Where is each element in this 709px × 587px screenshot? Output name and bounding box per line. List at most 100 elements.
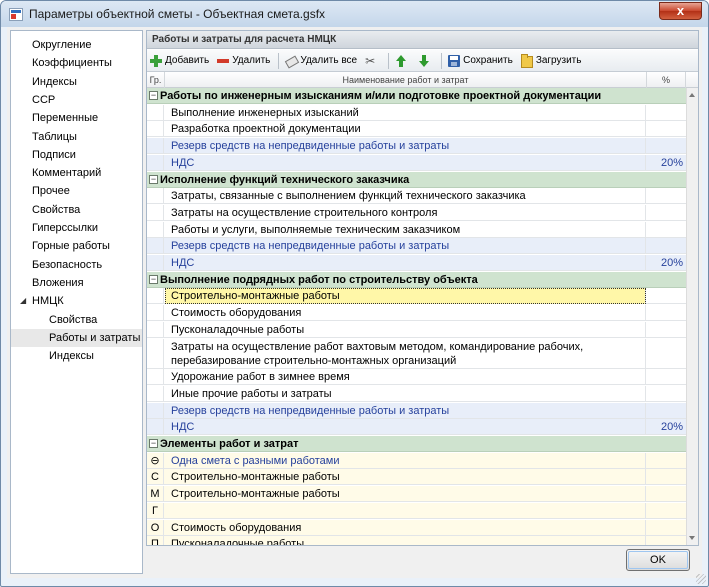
nav-item[interactable]: Работы и затраты [11,328,142,347]
cell-percent[interactable] [647,205,686,221]
cell-group[interactable] [147,402,164,419]
grid-row[interactable]: НДС 20% [147,255,686,271]
nav-item[interactable]: ССР [11,91,142,109]
grid-row[interactable]: НДС 20% [147,154,686,171]
cell-name[interactable]: Разработка проектной документации [165,121,646,138]
cell-name[interactable]: НДС [165,154,646,171]
cell-name[interactable]: Резерв средств на непредвиденные работы … [165,138,646,155]
cell-name[interactable]: Резерв средств на непредвиденные работы … [165,402,646,419]
cell-group[interactable] [147,188,164,205]
cell-percent[interactable] [647,503,686,519]
cell-group[interactable] [147,204,164,221]
cell-percent[interactable] [647,305,686,321]
cell-percent[interactable] [647,188,686,204]
nav-item[interactable]: Таблицы [11,128,142,146]
cell-group[interactable] [147,255,164,271]
nav-item[interactable]: Округление [11,36,142,54]
cell-name[interactable]: Пусконаладочные работы [165,321,646,338]
cell-name[interactable]: Работы и услуги, выполняемые техническим… [165,221,646,238]
cell-percent[interactable] [647,138,686,154]
column-header-percent[interactable]: % [647,72,686,88]
cell-name[interactable]: Пусконаладочные работы [165,536,646,545]
cell-group[interactable]: Г [147,502,164,519]
nav-item[interactable]: Вложения [11,274,142,292]
cell-percent[interactable] [647,222,686,238]
cell-name[interactable]: Выполнение инженерных изысканий [165,104,646,121]
resize-grip[interactable] [696,574,706,584]
grid-section-row[interactable]: − Исполнение функций технического заказчи… [147,171,686,188]
nav-item[interactable]: Индексы [11,347,142,365]
cell-name[interactable]: Стоимость оборудования [165,305,646,322]
cell-group[interactable] [147,288,164,305]
cell-percent[interactable] [647,238,686,254]
grid-row[interactable]: Затраты на осуществление работ вахтовым … [147,338,686,369]
nav-item[interactable]: Переменные [11,109,142,127]
nav-item[interactable]: Прочее [11,182,142,200]
nav-item[interactable]: Свойства [11,201,142,219]
delete-all-button[interactable]: Удалить все [282,51,360,71]
grid-row[interactable]: Резерв средств на непредвиденные работы … [147,138,686,155]
cell-group[interactable] [147,385,164,402]
cell-group[interactable] [147,221,164,238]
grid-row[interactable]: Работы и услуги, выполняемые техническим… [147,221,686,238]
cell-percent[interactable] [647,536,686,545]
cell-name[interactable]: НДС [165,255,646,271]
cell-name[interactable]: Стоимость оборудования [165,519,646,536]
cell-percent[interactable] [647,339,686,369]
grid-row[interactable]: Резерв средств на непредвиденные работы … [147,238,686,255]
cell-group[interactable]: М [147,486,164,503]
cell-name[interactable]: Иные прочие работы и затраты [165,385,646,402]
grid-row[interactable]: С Строительно-монтажные работы [147,469,686,486]
cell-group[interactable] [147,104,164,121]
title-bar[interactable]: Параметры объектной сметы - Объектная см… [1,1,708,27]
scroll-up-arrow-icon[interactable] [689,93,695,97]
column-header-name[interactable]: Наименование работ и затрат [165,72,647,88]
save-button[interactable]: Сохранить [445,51,516,71]
cell-percent[interactable] [647,453,686,469]
cell-group[interactable]: О [147,519,164,536]
grid-row[interactable]: Стоимость оборудования [147,305,686,322]
cell-group[interactable] [147,338,164,369]
cell-percent[interactable] [647,369,686,385]
nav-item[interactable]: Индексы [11,73,142,91]
cut-button[interactable]: ✂ [362,51,383,71]
cell-group[interactable] [147,305,164,322]
cell-percent[interactable] [647,486,686,502]
cell-percent[interactable] [647,121,686,137]
load-button[interactable]: Загрузить [518,51,585,71]
grid-row[interactable]: Г [147,502,686,519]
tree-expand-arrow-icon[interactable]: ◢ [20,292,26,310]
grid-row[interactable]: Резерв средств на непредвиденные работы … [147,402,686,419]
grid-row[interactable]: Разработка проектной документации [147,121,686,138]
cell-group[interactable] [147,121,164,138]
grid-vertical-scrollbar[interactable] [686,88,698,545]
cell-percent[interactable] [647,322,686,338]
cell-percent[interactable] [647,386,686,402]
grid-row[interactable]: Затраты, связанные с выполнением функций… [147,188,686,205]
nav-item[interactable]: Подписи [11,146,142,164]
nav-item[interactable]: Гиперссылки [11,219,142,237]
cell-percent[interactable] [647,520,686,536]
grid-section-row[interactable]: − Элементы работ и затрат [147,436,686,452]
grid-row[interactable]: Удорожание работ в зимнее время [147,369,686,386]
cell-name[interactable]: НДС [165,419,646,436]
cell-name[interactable]: Строительно-монтажные работы [165,288,646,305]
cell-name[interactable]: Строительно-монтажные работы [165,486,646,503]
grid-row[interactable]: О Стоимость оборудования [147,519,686,536]
cell-group[interactable]: С [147,469,164,486]
cell-name[interactable]: Затраты на осуществление строительного к… [165,204,646,221]
nav-item[interactable]: Безопасность [11,256,142,274]
grid-row[interactable]: Пусконаладочные работы [147,321,686,338]
cell-percent[interactable]: 20% [647,419,686,435]
nav-item[interactable]: Свойства [11,311,142,329]
column-header-group[interactable]: Гр. [147,72,165,88]
cell-percent[interactable] [647,469,686,485]
grid-row[interactable]: НДС 20% [147,419,686,436]
cell-group[interactable] [147,321,164,338]
cell-name[interactable]: Затраты на осуществление работ вахтовым … [165,338,646,369]
close-button[interactable]: x [659,2,702,20]
nav-item[interactable]: ◢ НМЦК [11,292,142,310]
cell-name[interactable]: Затраты, связанные с выполнением функций… [165,188,646,205]
cell-group[interactable] [147,419,164,436]
cell-percent[interactable]: 20% [647,255,686,271]
